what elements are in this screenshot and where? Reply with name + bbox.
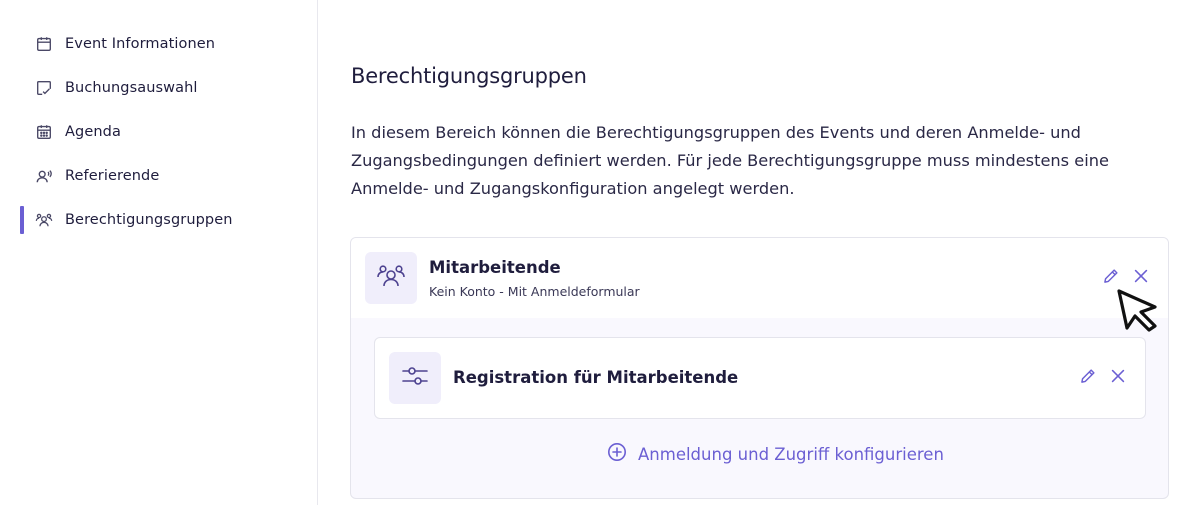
group-avatar: [365, 252, 417, 304]
sidebar: Event Informationen Buchungsauswahl Agen…: [0, 0, 318, 505]
group-name: Mitarbeitende: [429, 258, 561, 277]
group-header: Mitarbeitende Kein Konto - Mit Anmeldefo…: [351, 238, 1168, 318]
config-icon-box: [389, 352, 441, 404]
sidebar-item-label: Agenda: [65, 124, 121, 140]
calendar-icon: [34, 34, 54, 54]
pencil-icon: [1079, 367, 1097, 389]
group-icon: [374, 259, 408, 297]
sidebar-item-agenda[interactable]: Agenda: [20, 118, 300, 146]
main-content: Berechtigungsgruppen In diesem Bereich k…: [319, 0, 1193, 505]
delete-group-button[interactable]: [1129, 266, 1153, 290]
sidebar-item-label: Berechtigungsgruppen: [65, 212, 233, 228]
sidebar-item-label: Referierende: [65, 168, 160, 184]
page-title: Berechtigungsgruppen: [351, 64, 587, 88]
group-subtitle: Kein Konto - Mit Anmeldeformular: [429, 284, 640, 299]
plus-circle-icon: [607, 442, 627, 466]
edit-group-button[interactable]: [1099, 266, 1123, 290]
config-name: Registration für Mitarbeitende: [453, 368, 739, 387]
access-config-card: Registration für Mitarbeitende: [374, 337, 1146, 419]
booking-check-icon: [34, 78, 54, 98]
add-access-config-button[interactable]: Anmeldung und Zugriff konfigurieren: [596, 442, 944, 466]
add-access-config-label: Anmeldung und Zugriff konfigurieren: [638, 444, 944, 464]
edit-config-button[interactable]: [1076, 366, 1100, 390]
pencil-icon: [1102, 267, 1120, 289]
close-icon: [1132, 267, 1150, 289]
sidebar-item-buchungsauswahl[interactable]: Buchungsauswahl: [20, 74, 300, 102]
page-description: In diesem Bereich können die Berechtigun…: [351, 123, 1109, 198]
sidebar-item-label: Buchungsauswahl: [65, 80, 198, 96]
sidebar-item-label: Event Informationen: [65, 36, 216, 52]
delete-config-button[interactable]: [1106, 366, 1130, 390]
permission-group-card: Mitarbeitende Kein Konto - Mit Anmeldefo…: [350, 237, 1169, 499]
sidebar-item-referierende[interactable]: Referierende: [20, 162, 300, 190]
group-icon: [34, 210, 54, 230]
sidebar-item-event-informationen[interactable]: Event Informationen: [20, 30, 300, 58]
close-icon: [1109, 367, 1127, 389]
agenda-calendar-icon: [34, 122, 54, 142]
sidebar-item-berechtigungsgruppen[interactable]: Berechtigungsgruppen: [20, 206, 300, 234]
sliders-icon: [400, 361, 430, 395]
speaker-icon: [34, 166, 54, 186]
